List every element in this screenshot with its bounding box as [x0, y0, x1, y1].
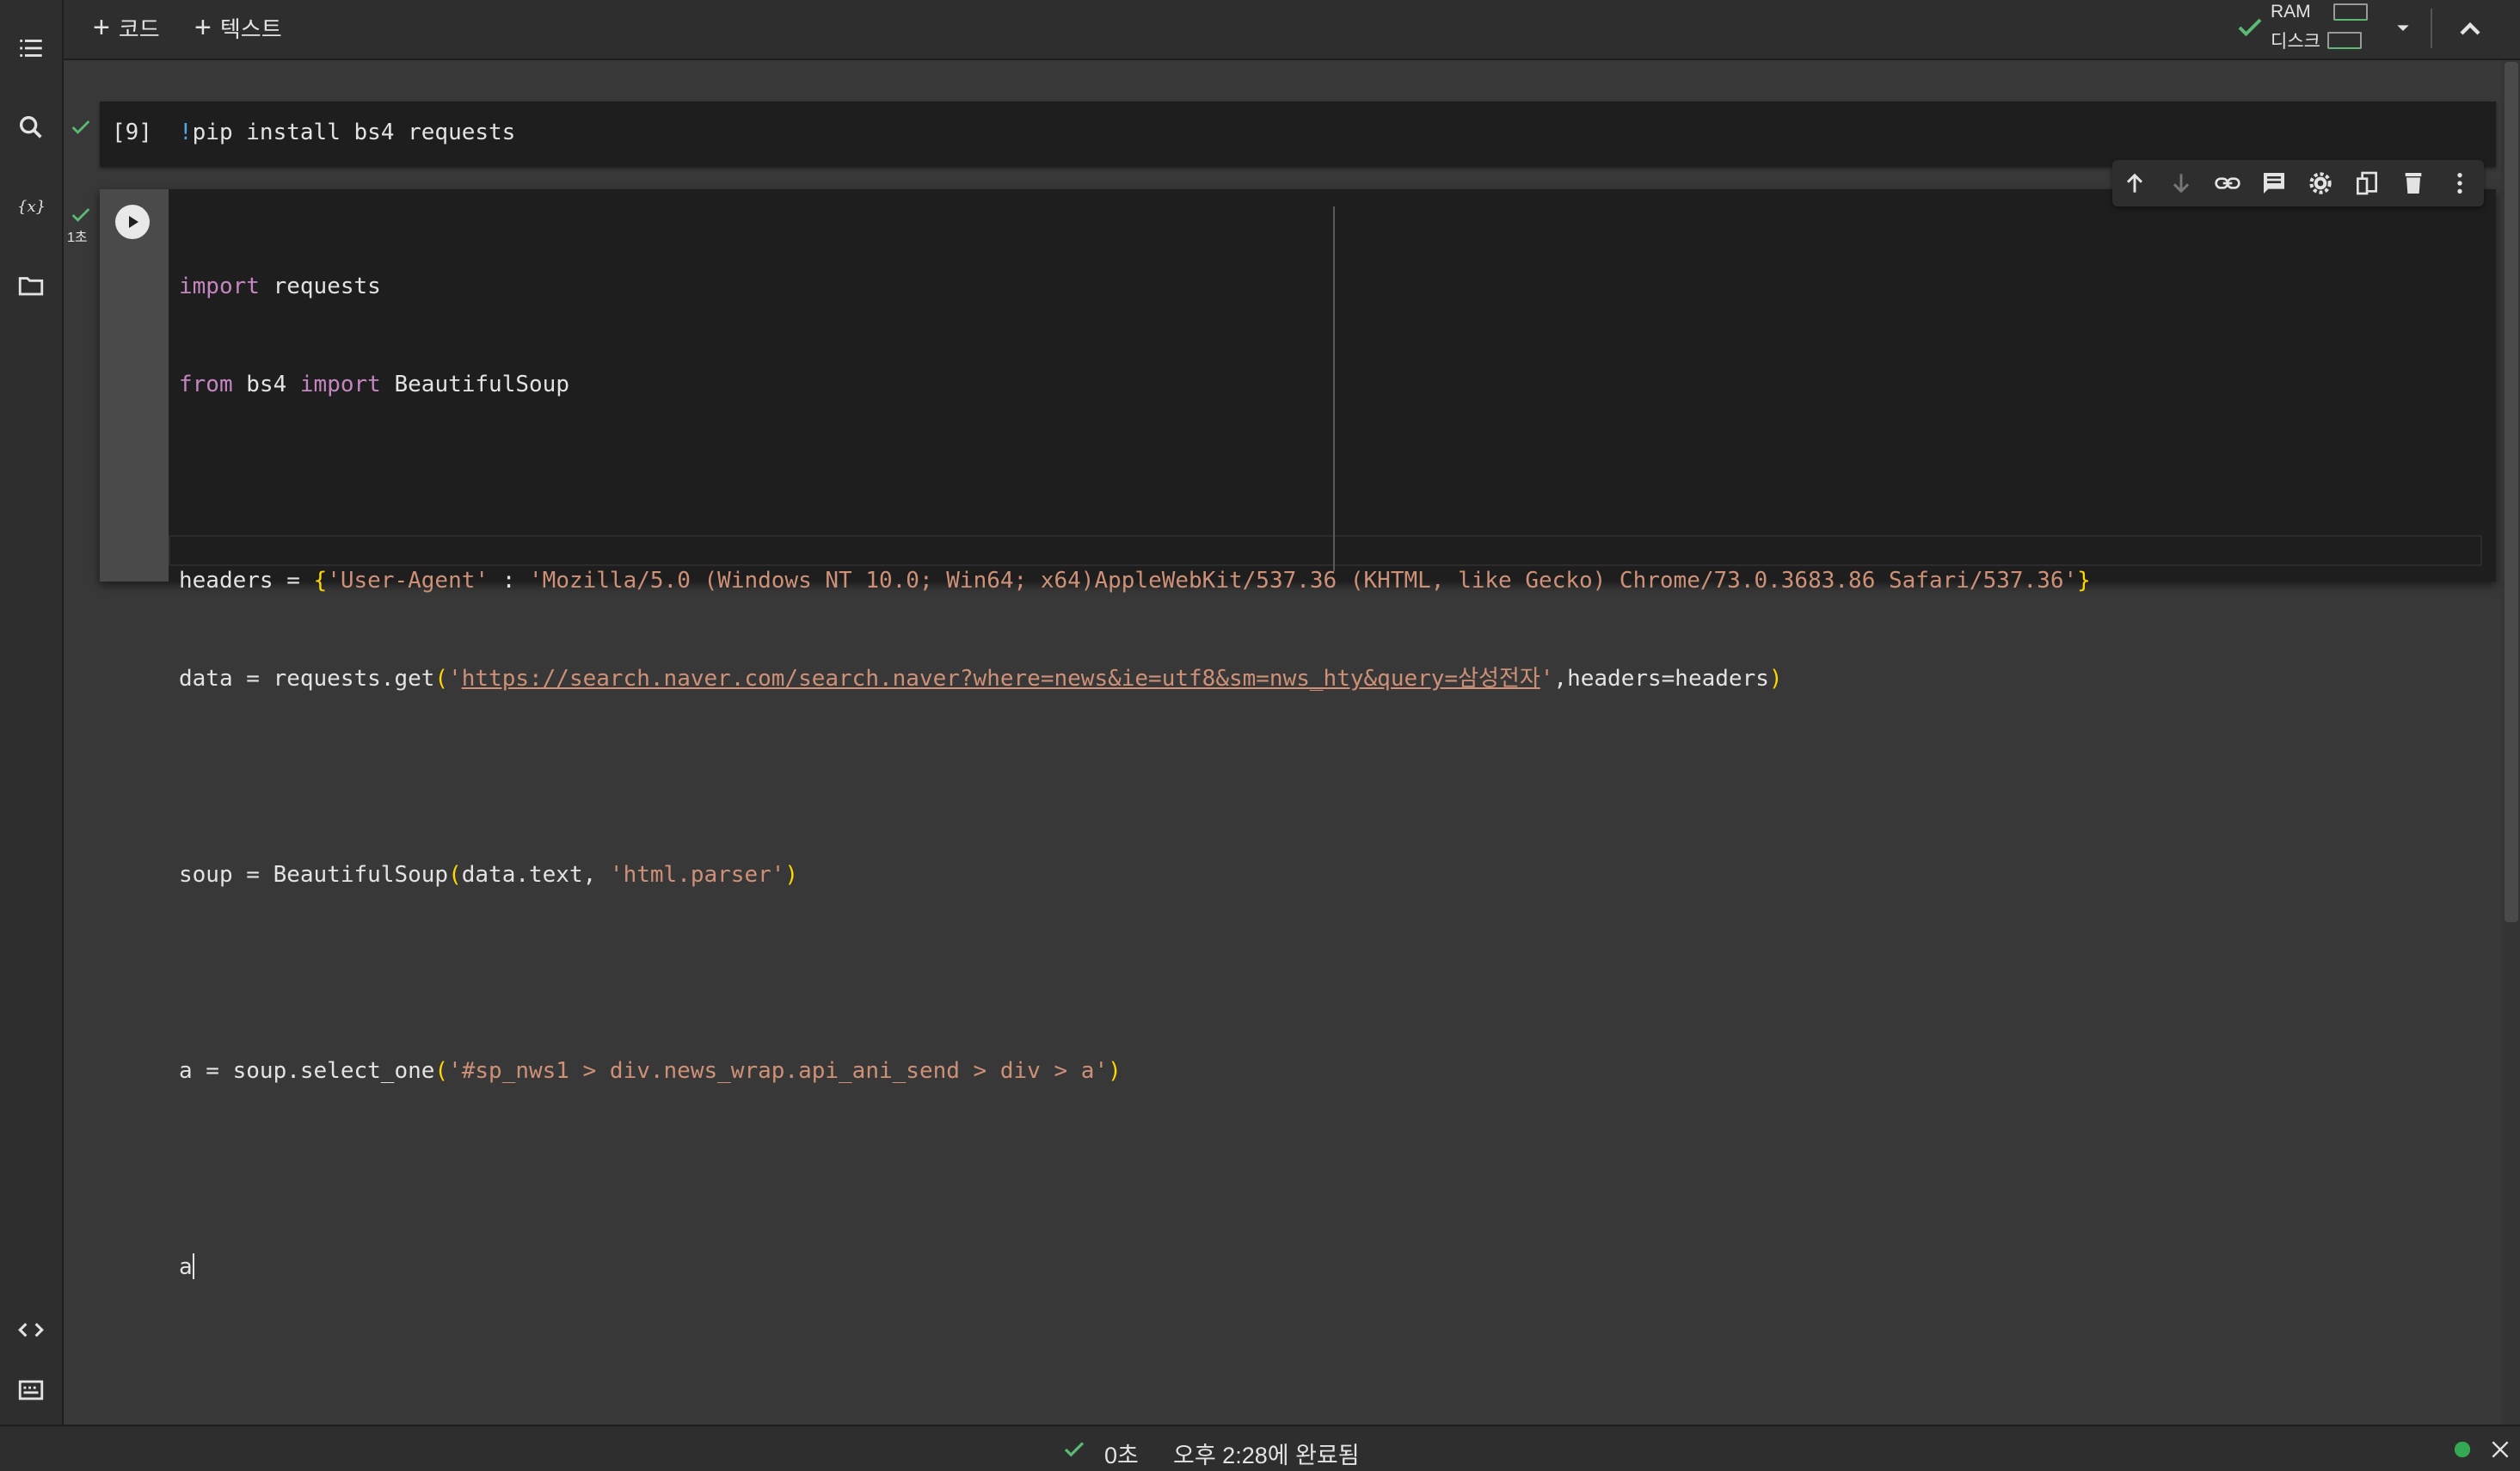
ram-bar — [2333, 3, 2368, 21]
run-duration: 0초 — [1104, 1443, 1139, 1468]
variables-button[interactable]: {x} — [10, 186, 52, 227]
mirror-cell-button[interactable] — [2351, 168, 2382, 199]
execution-time: 1초 — [67, 231, 88, 245]
add-text-label: 텍스트 — [219, 15, 282, 42]
terminal-icon — [18, 1380, 44, 1400]
link-icon — [2215, 177, 2240, 189]
disk-bar — [2326, 32, 2362, 49]
disk-indicator[interactable]: 디스크 — [2271, 28, 2362, 53]
move-up-button[interactable] — [2119, 168, 2150, 199]
search-icon — [19, 115, 42, 138]
add-code-label: 코드 — [118, 15, 160, 42]
status-bar: 0초 오후 2:28에 완료됨 — [0, 1425, 2520, 1471]
cell-gutter — [100, 189, 169, 582]
settings-icon — [2309, 172, 2332, 194]
code-line: data = requests.get('https://search.nave… — [179, 666, 1783, 692]
copy-link-button[interactable] — [2212, 168, 2243, 199]
delete-cell-button[interactable] — [2398, 168, 2429, 199]
more-actions-button[interactable] — [2444, 168, 2475, 199]
move-down-button[interactable] — [2166, 168, 2197, 199]
check-icon — [71, 208, 90, 222]
plus-icon: + — [93, 11, 110, 44]
completion-time: 오후 2:28에 완료됨 — [1173, 1443, 1360, 1468]
move-up-icon — [2126, 173, 2143, 193]
ram-indicator[interactable]: RAM — [2271, 2, 2368, 22]
cell-toolbar — [2112, 160, 2484, 206]
add-text-button[interactable]: + 텍스트 — [194, 10, 282, 45]
collapse-icon[interactable] — [2453, 12, 2487, 46]
folder-icon — [18, 277, 44, 296]
code-line: a = soup.select_one('#sp_nws1 > div.news… — [179, 1058, 1122, 1084]
variables-icon: {x} — [17, 198, 46, 216]
delete-icon — [2405, 173, 2422, 194]
code-snippets-icon — [18, 1322, 44, 1338]
scrollbar-thumb[interactable] — [2505, 62, 2518, 922]
toolbar-divider — [2431, 9, 2432, 48]
move-down-icon — [2173, 174, 2190, 194]
more-icon — [2457, 173, 2462, 194]
add-code-button[interactable]: + 코드 — [93, 10, 160, 45]
add-comment-button[interactable] — [2259, 168, 2290, 199]
run-cell-button[interactable] — [115, 205, 150, 239]
code-cell-pip[interactable]: [9] !pip install bs4 requests — [100, 102, 2496, 167]
comment-icon — [2264, 173, 2284, 194]
code-line: soup = BeautifulSoup(data.text, 'html.pa… — [179, 862, 799, 888]
run-icon — [129, 216, 138, 228]
files-button[interactable] — [10, 265, 52, 306]
code-line: import requests — [179, 274, 381, 299]
ram-label: RAM — [2271, 2, 2311, 22]
text-caret — [192, 1253, 194, 1279]
check-icon — [71, 120, 90, 134]
code-line: from bs4 import BeautifulSoup — [179, 372, 569, 397]
cell-code[interactable]: !pip install bs4 requests — [179, 120, 515, 145]
code-snippets-button[interactable] — [10, 1309, 52, 1351]
check-icon — [2238, 18, 2262, 37]
mirror-cell-icon — [2357, 171, 2377, 195]
code-cell-scraper[interactable]: import requests from bs4 import Beautifu… — [100, 189, 2496, 1280]
cell-settings-button[interactable] — [2305, 168, 2336, 199]
execution-count: [9] — [112, 120, 152, 145]
status-dot-icon — [2454, 1441, 2471, 1458]
table-of-contents-button[interactable] — [10, 28, 52, 69]
svg-text:{x}: {x} — [17, 198, 46, 216]
check-icon — [1064, 1442, 1085, 1457]
code-line: a — [179, 1253, 194, 1280]
terminal-button[interactable] — [10, 1369, 52, 1411]
toc-icon — [20, 40, 42, 57]
search-button[interactable] — [10, 107, 52, 148]
plus-icon: + — [194, 11, 212, 44]
disk-label: 디스크 — [2271, 32, 2320, 52]
close-icon[interactable] — [2489, 1438, 2511, 1461]
dropdown-icon[interactable] — [2389, 14, 2417, 41]
url-link[interactable]: https://search.naver.com/search.naver?wh… — [462, 666, 1540, 692]
top-toolbar: + 코드 + 텍스트 — [64, 0, 2520, 60]
code-editor[interactable]: import requests from bs4 import Beautifu… — [179, 205, 2496, 1349]
code-line: headers = {'User-Agent' : 'Mozilla/5.0 (… — [179, 568, 2091, 594]
left-rail: {x} — [0, 0, 64, 1425]
